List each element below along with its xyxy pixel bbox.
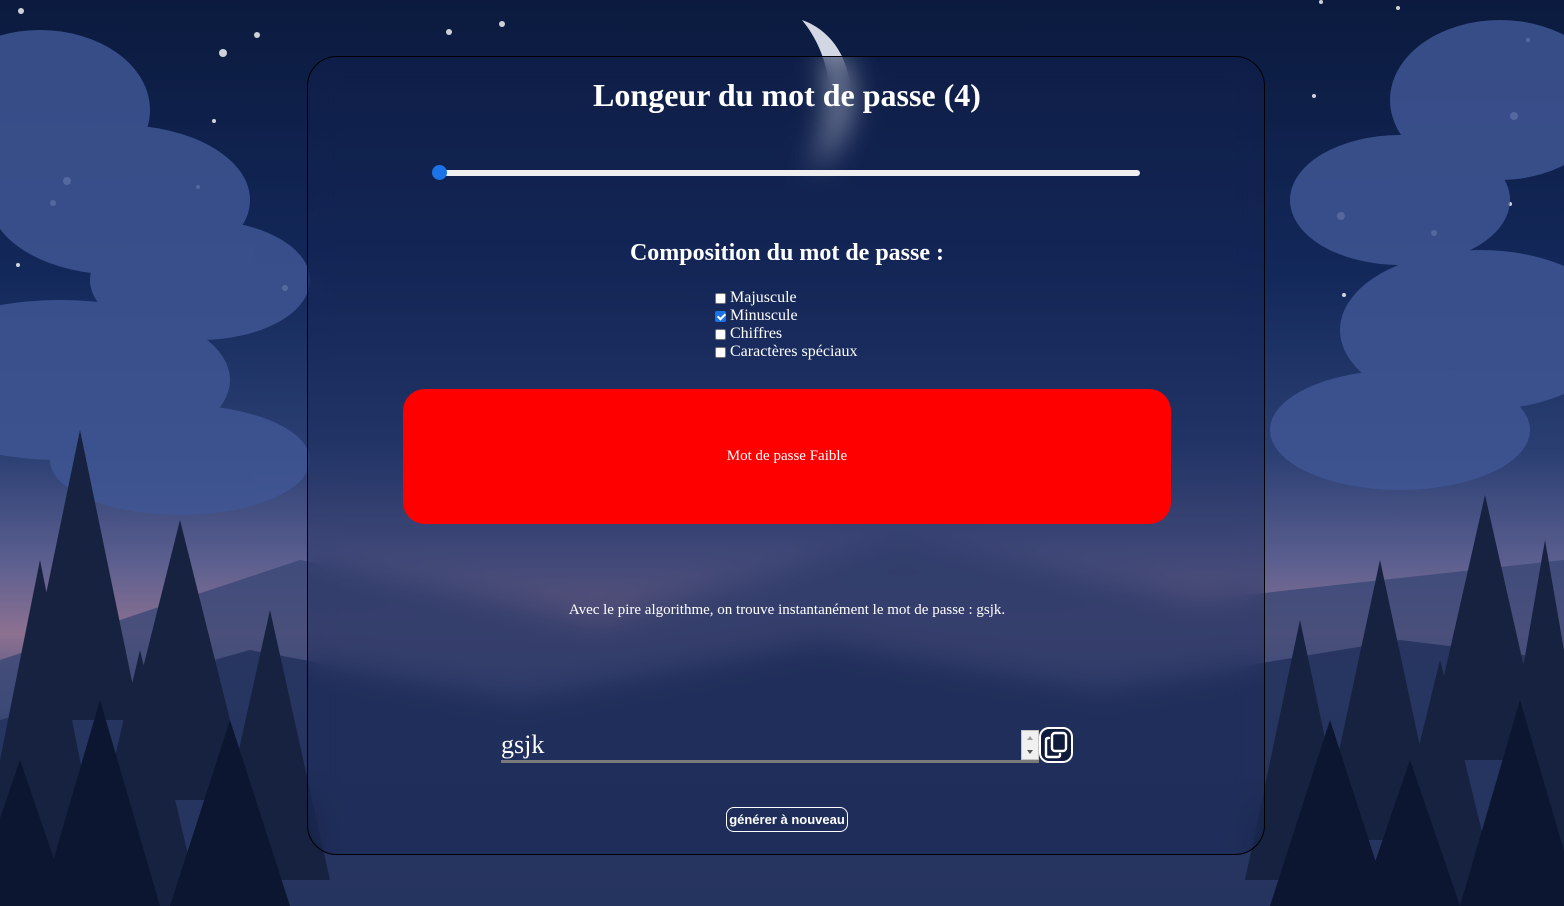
copy-icon xyxy=(1044,731,1068,759)
spinner-up-button[interactable] xyxy=(1022,731,1038,745)
number-spinner[interactable] xyxy=(1021,730,1039,760)
option-label: Caractères spéciaux xyxy=(730,343,858,360)
password-output-row xyxy=(501,727,1073,767)
strength-label: Mot de passe Faible xyxy=(726,448,848,464)
regenerate-button[interactable]: générer à nouveau xyxy=(726,807,848,832)
caracteres-speciaux-checkbox[interactable] xyxy=(715,346,726,358)
chevron-down-icon xyxy=(1027,750,1033,754)
length-title: Longeur du mot de passe (4) xyxy=(593,77,981,113)
majuscule-checkbox[interactable] xyxy=(715,292,726,304)
option-label: Chiffres xyxy=(730,325,783,342)
option-label: Minuscule xyxy=(730,307,798,324)
password-field[interactable] xyxy=(501,729,1039,763)
password-generator-card: Longeur du mot de passe (4) Composition … xyxy=(307,56,1265,855)
spinner-down-button[interactable] xyxy=(1022,745,1038,759)
option-label: Majuscule xyxy=(730,289,797,306)
composition-title: Composition du mot de passe : xyxy=(629,240,945,266)
option-minuscule[interactable]: Minuscule xyxy=(715,307,857,325)
option-chiffres[interactable]: Chiffres xyxy=(715,325,857,343)
composition-options: Majuscule Minuscule Chiffres Caractères … xyxy=(715,289,857,361)
length-slider[interactable] xyxy=(432,163,1142,183)
crack-time-explanation: Avec le pire algorithme, on trouve insta… xyxy=(568,602,1006,618)
copy-button[interactable] xyxy=(1039,727,1073,763)
minuscule-checkbox[interactable] xyxy=(715,310,726,322)
option-caracteres-speciaux[interactable]: Caractères spéciaux xyxy=(715,343,857,361)
slider-track[interactable] xyxy=(440,170,1140,176)
slider-thumb[interactable] xyxy=(432,165,447,180)
strength-indicator: Mot de passe Faible xyxy=(403,389,1171,524)
chevron-up-icon xyxy=(1027,736,1033,740)
chiffres-checkbox[interactable] xyxy=(715,328,726,340)
option-majuscule[interactable]: Majuscule xyxy=(715,289,857,307)
